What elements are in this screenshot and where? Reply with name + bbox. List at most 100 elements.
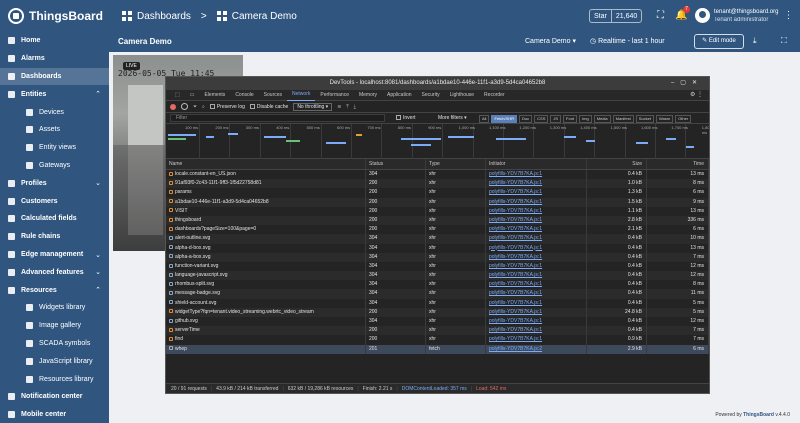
table-row[interactable]: message-badge.svg 304 xhr polyfills-YDV7B7K… [166, 289, 709, 299]
filter-chip-wasm[interactable]: Wasm [656, 115, 674, 123]
cell-initiator[interactable]: polyfills-YDV7B7KA.js:1 [486, 335, 587, 345]
filter-chip-js[interactable]: JS [550, 115, 562, 123]
sidebar-item-entities[interactable]: Entities ⌃ [0, 85, 109, 103]
column-header-name[interactable]: Name [166, 159, 366, 169]
tab-recorder[interactable]: Recorder [479, 90, 510, 101]
table-row[interactable]: alpha-d-box.svg 304 xhr polyfills-YDV7B7KA.… [166, 243, 709, 253]
sidebar-item-customers[interactable]: Customers [0, 192, 109, 210]
filter-funnel-icon[interactable]: ⏷ [193, 104, 197, 110]
cell-initiator[interactable]: polyfills-YDV7B7KA.js:1 [486, 179, 587, 189]
column-header-type[interactable]: Type [426, 159, 486, 169]
filter-chip-fetch-xhr[interactable]: Fetch/XHR [491, 115, 518, 123]
devtools-device-icon[interactable]: ▭ [185, 90, 200, 101]
table-row[interactable]: thingsboard 200 xhr polyfills-YDV7B7KA.js:1… [166, 215, 709, 226]
sidebar-item-edge-management[interactable]: Edge management ⌄ [0, 246, 109, 264]
sidebar-item-dashboards[interactable]: Dashboards [0, 67, 109, 86]
column-header-time[interactable]: Time [647, 159, 709, 169]
network-overview-timeline[interactable]: 100 ms 200 ms 300 ms 400 ms 500 ms 600 ms 700 … [166, 124, 709, 159]
user-info[interactable]: tenant@thingsboard.org Tenant administra… [714, 8, 778, 24]
tab-network[interactable]: Network [287, 89, 316, 101]
tab-sources[interactable]: Sources [259, 90, 287, 101]
more-filters-button[interactable]: More filters ▾ [438, 115, 467, 121]
tab-performance[interactable]: Performance [315, 90, 354, 101]
window-controls[interactable]: –▢✕ [671, 77, 703, 90]
cell-initiator[interactable]: polyfills-YDV7B7KA.js:1 [486, 234, 587, 244]
breadcrumb-dashboards[interactable]: Dashboards [137, 11, 191, 22]
sidebar-item-resources[interactable]: Resources ⌃ [0, 281, 109, 299]
table-row[interactable]: VISIT 200 xhr polyfills-YDV7B7KA.js:1 1.1 kB… [166, 206, 709, 216]
sidebar-item-widgets-library[interactable]: Widgets library [0, 299, 109, 317]
timewindow-button[interactable]: ◷ Realtime - last 1 hour [590, 37, 665, 45]
filter-chip-font[interactable]: Font [563, 115, 578, 123]
chevron-down-icon[interactable]: ⌄ [95, 251, 101, 259]
sidebar-item-notification-center[interactable]: Notification center [0, 388, 109, 406]
cell-initiator[interactable]: polyfills-YDV7B7KA.js:1 [486, 280, 587, 290]
column-header-size[interactable]: Size [587, 159, 647, 169]
clear-icon[interactable] [181, 103, 188, 110]
filter-chip-css[interactable]: CSS [534, 115, 549, 123]
tab-memory[interactable]: Memory [354, 90, 382, 101]
sidebar-item-home[interactable]: Home [0, 32, 109, 50]
sidebar-item-image-gallery[interactable]: Image gallery [0, 317, 109, 335]
sidebar-item-rule-chains[interactable]: Rule chains [0, 228, 109, 246]
filter-chip-other[interactable]: Other [675, 115, 692, 123]
filter-chip-media[interactable]: Media [593, 115, 611, 123]
cell-initiator[interactable]: polyfills-YDV7B7KA.js:1 [486, 170, 587, 180]
disable-cache-checkbox[interactable]: Disable cache [249, 104, 288, 110]
tab-security[interactable]: Security [417, 90, 445, 101]
dashboard-state-select[interactable]: Camera Demo ▾ [525, 37, 576, 45]
sidebar-item-scada-symbols[interactable]: SCADA symbols [0, 335, 109, 353]
filter-chip-img[interactable]: Img [579, 115, 592, 123]
network-conditions-icon[interactable]: ≋ [337, 104, 341, 110]
table-row[interactable]: find 200 xhr polyfills-YDV7B7KA.js:1 0.9 kB 7… [166, 335, 709, 345]
invert-checkbox[interactable]: Invert [396, 115, 416, 121]
sidebar-item-profiles[interactable]: Profiles ⌄ [0, 174, 109, 192]
sidebar-item-advanced-features[interactable]: Advanced features ⌄ [0, 263, 109, 281]
cell-initiator[interactable]: polyfills-YDV7B7KA.js:1 [486, 261, 587, 272]
cell-initiator[interactable]: polyfills-YDV7B7KA.js:1 [486, 298, 587, 308]
tab-lighthouse[interactable]: Lighthouse [445, 90, 479, 101]
column-header-initiator[interactable]: Initiator [486, 159, 587, 169]
sidebar-item-calculated-fields[interactable]: Calculated fields [0, 210, 109, 228]
table-row[interactable]: function-variant.svg 304 xhr polyfills-YDV7… [166, 261, 709, 272]
throttling-select[interactable]: No throttling ▾ [293, 102, 333, 111]
tab-application[interactable]: Application [382, 90, 416, 101]
tab-elements[interactable]: Elements [199, 90, 230, 101]
search-icon[interactable]: ⌕ [202, 104, 205, 110]
powered-brand[interactable]: ThingsBoard [743, 412, 774, 418]
table-row[interactable]: github.svg 304 xhr polyfills-YDV7B7KA.js:1 0… [166, 317, 709, 327]
cell-initiator[interactable]: polyfills-YDV7B7KA.js:1 [486, 271, 587, 281]
filter-chip-doc[interactable]: Doc [519, 115, 533, 123]
tab-console[interactable]: Console [230, 90, 258, 101]
cell-initiator[interactable]: polyfills-YDV7B7KA.js:1 [486, 215, 587, 226]
column-header-status[interactable]: Status [366, 159, 426, 169]
table-row[interactable]: 91af93f0-2c43-11f1-9ff3-1f5d22758d81 200 x… [166, 179, 709, 189]
more-vertical-icon[interactable]: ⋮ [783, 10, 794, 21]
sidebar-item-mobile-center[interactable]: Mobile center [0, 406, 109, 423]
preserve-log-checkbox[interactable]: Preserve log [209, 104, 245, 110]
fullscreen-icon[interactable]: ⛶ [655, 10, 666, 21]
table-row[interactable]: a1bdae10-446e-11f1-a3d9-5d4ca04652b8 200 x… [166, 197, 709, 207]
chevron-down-icon[interactable]: ⌄ [95, 179, 101, 187]
chevron-up-icon[interactable]: ⌃ [95, 286, 101, 294]
table-row[interactable]: shield-account.svg 304 xhr polyfills-YDV7B7… [166, 298, 709, 308]
sidebar-item-assets[interactable]: Assets [0, 121, 109, 139]
edit-mode-button[interactable]: ✎ Edit mode [694, 34, 744, 49]
download-icon[interactable]: ⤓ [753, 36, 757, 46]
table-row[interactable]: whep 201 fetch polyfills-YDV7B7KA.js:2 2.9 k… [166, 344, 709, 354]
export-har-icon[interactable]: ⤓ [354, 104, 356, 110]
import-har-icon[interactable]: ⤒ [346, 104, 348, 110]
table-row[interactable]: locale.constant-en_US.json 304 xhr polyfill… [166, 170, 709, 180]
sidebar-item-alarms[interactable]: Alarms [0, 50, 109, 68]
cell-initiator[interactable]: polyfills-YDV7B7KA.js:1 [486, 317, 587, 327]
filter-chip-all[interactable]: All [479, 115, 490, 123]
devtools-toggle-icon[interactable]: ⬚ [170, 90, 185, 101]
table-row[interactable]: language-javascript.svg 304 xhr polyfills-Y… [166, 271, 709, 281]
filter-chip-socket[interactable]: Socket [635, 115, 654, 123]
sidebar-item-resources-library[interactable]: Resources library [0, 370, 109, 388]
github-star-button[interactable]: Star 21,640 [589, 9, 643, 23]
avatar[interactable] [695, 8, 710, 23]
fullscreen-icon[interactable]: ⛶ [781, 36, 787, 46]
devtools-settings-icon[interactable]: ⚙ ⋮ [690, 91, 703, 98]
cell-initiator[interactable]: polyfills-YDV7B7KA.js:1 [486, 289, 587, 299]
